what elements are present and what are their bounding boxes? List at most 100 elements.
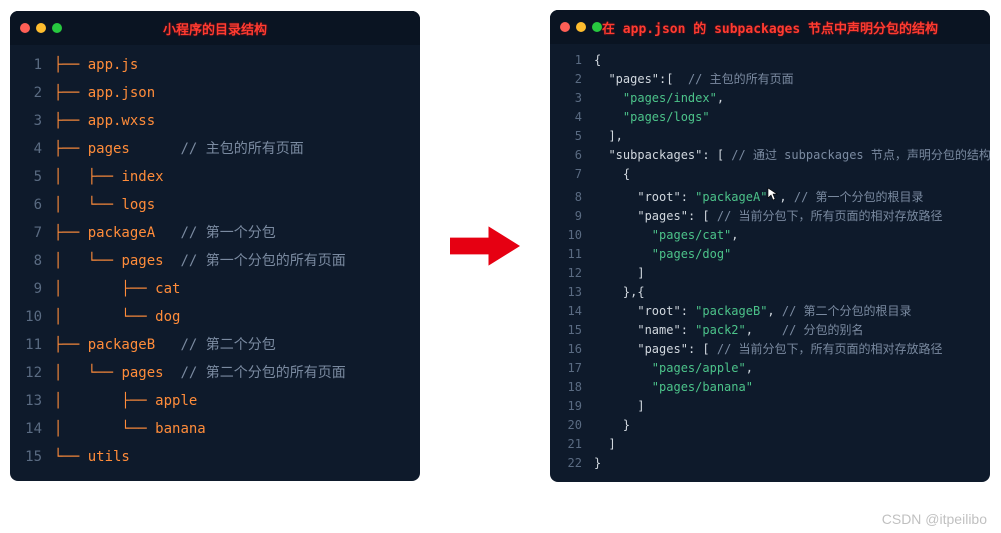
line-number: 2 — [10, 86, 54, 100]
line-number: 22 — [550, 457, 594, 469]
code-token: // 第二个分包 — [155, 338, 276, 352]
close-icon[interactable] — [560, 22, 570, 32]
code-token: app.wxss — [88, 114, 155, 128]
code-token: "packageB" — [695, 305, 767, 317]
code-token: │ ├── — [54, 394, 155, 408]
line-number: 12 — [550, 267, 594, 279]
code-line: 7├── packageA // 第一个分包 — [10, 219, 420, 247]
line-number: 14 — [10, 422, 54, 436]
code-token: │ ├── — [54, 170, 121, 184]
code-token — [594, 362, 652, 374]
code-token: ├── — [54, 338, 88, 352]
code-token: ], — [594, 130, 623, 142]
code-token: ] — [594, 400, 645, 412]
maximize-icon[interactable] — [592, 22, 602, 32]
code-token: : — [681, 324, 695, 336]
code-token: "pages" — [637, 343, 688, 355]
minimize-icon[interactable] — [576, 22, 586, 32]
code-token: app.json — [88, 86, 155, 100]
code-line: 14 "root": "packageB", // 第二个分包的根目录 — [550, 301, 990, 320]
code-line: 8 "root": "packageA", // 第一个分包的根目录 — [550, 183, 990, 206]
line-number: 9 — [10, 282, 54, 296]
code-token: ├── — [54, 86, 88, 100]
code-token: // 主包的所有页面 — [130, 142, 304, 156]
code-token: "name" — [637, 324, 680, 336]
code-line: 12│ └── pages // 第二个分包的所有页面 — [10, 359, 420, 387]
line-number: 12 — [10, 366, 54, 380]
right-code: 1{2 "pages":[ // 主包的所有页面3 "pages/index",… — [550, 44, 990, 482]
code-line: 2 "pages":[ // 主包的所有页面 — [550, 69, 990, 88]
mouse-cursor-icon — [767, 187, 779, 203]
code-token: "pages/dog" — [652, 248, 731, 260]
line-number: 5 — [10, 170, 54, 184]
code-token: ├── — [54, 114, 88, 128]
line-number: 1 — [10, 58, 54, 72]
code-token: utils — [88, 450, 130, 464]
code-token — [594, 324, 637, 336]
code-line: 19 ] — [550, 396, 990, 415]
line-number: 9 — [550, 210, 594, 222]
line-number: 15 — [550, 324, 594, 336]
code-line: 10│ └── dog — [10, 303, 420, 331]
code-token: logs — [121, 198, 155, 212]
code-line: 9 "pages": [ // 当前分包下，所有页面的相对存放路径 — [550, 206, 990, 225]
code-line: 18 "pages/banana" — [550, 377, 990, 396]
code-line: 17 "pages/apple", — [550, 358, 990, 377]
code-line: 8│ └── pages // 第一个分包的所有页面 — [10, 247, 420, 275]
code-line: 4├── pages // 主包的所有页面 — [10, 135, 420, 163]
code-line: 4 "pages/logs" — [550, 107, 990, 126]
code-token: : [ — [702, 149, 731, 161]
code-token: "pages/cat" — [652, 229, 731, 241]
code-token — [594, 111, 623, 123]
code-line: 5 ], — [550, 126, 990, 145]
line-number: 11 — [10, 338, 54, 352]
code-token — [594, 149, 608, 161]
code-token — [594, 343, 637, 355]
code-token: pages — [121, 254, 163, 268]
code-line: 16 "pages": [ // 当前分包下，所有页面的相对存放路径 — [550, 339, 990, 358]
code-token: "pages/banana" — [652, 381, 753, 393]
line-number: 15 — [10, 450, 54, 464]
left-titlebar: 小程序的目录结构 — [10, 11, 420, 45]
right-title: 在 app.json 的 subpackages 节点中声明分包的结构 — [550, 18, 990, 37]
code-token: : — [681, 305, 695, 317]
code-token: , — [779, 191, 793, 203]
line-number: 3 — [550, 92, 594, 104]
code-line: 9│ ├── cat — [10, 275, 420, 303]
code-token: cat — [155, 282, 180, 296]
close-icon[interactable] — [20, 23, 30, 33]
line-number: 6 — [550, 149, 594, 161]
code-token: └── — [54, 450, 88, 464]
line-number: 5 — [550, 130, 594, 142]
left-panel: 小程序的目录结构 1├── app.js2├── app.json3├── ap… — [10, 11, 420, 481]
watermark: CSDN @itpeilibo — [882, 511, 987, 527]
code-token: pages — [121, 366, 163, 380]
maximize-icon[interactable] — [52, 23, 62, 33]
window-dots — [560, 22, 602, 32]
code-line: 22} — [550, 453, 990, 472]
code-line: 13 },{ — [550, 282, 990, 301]
code-token: },{ — [594, 286, 645, 298]
code-token: index — [121, 170, 163, 184]
code-token: "pack2" — [695, 324, 746, 336]
line-number: 13 — [10, 394, 54, 408]
code-token: { — [594, 168, 630, 180]
code-token: : [ — [688, 210, 717, 222]
code-token: banana — [155, 422, 206, 436]
code-token: , — [767, 305, 781, 317]
code-token: ├── — [54, 58, 88, 72]
code-token: pages — [88, 142, 130, 156]
code-token: "subpackages" — [608, 149, 702, 161]
minimize-icon[interactable] — [36, 23, 46, 33]
code-token — [594, 92, 623, 104]
line-number: 21 — [550, 438, 594, 450]
code-token: // 第一个分包 — [155, 226, 276, 240]
code-token: │ └── — [54, 366, 121, 380]
code-token: "packageA" — [695, 191, 767, 203]
code-token: ├── — [54, 142, 88, 156]
code-token: │ └── — [54, 310, 155, 324]
code-line: 3├── app.wxss — [10, 107, 420, 135]
code-token: │ └── — [54, 198, 121, 212]
line-number: 7 — [550, 168, 594, 180]
code-line: 2├── app.json — [10, 79, 420, 107]
